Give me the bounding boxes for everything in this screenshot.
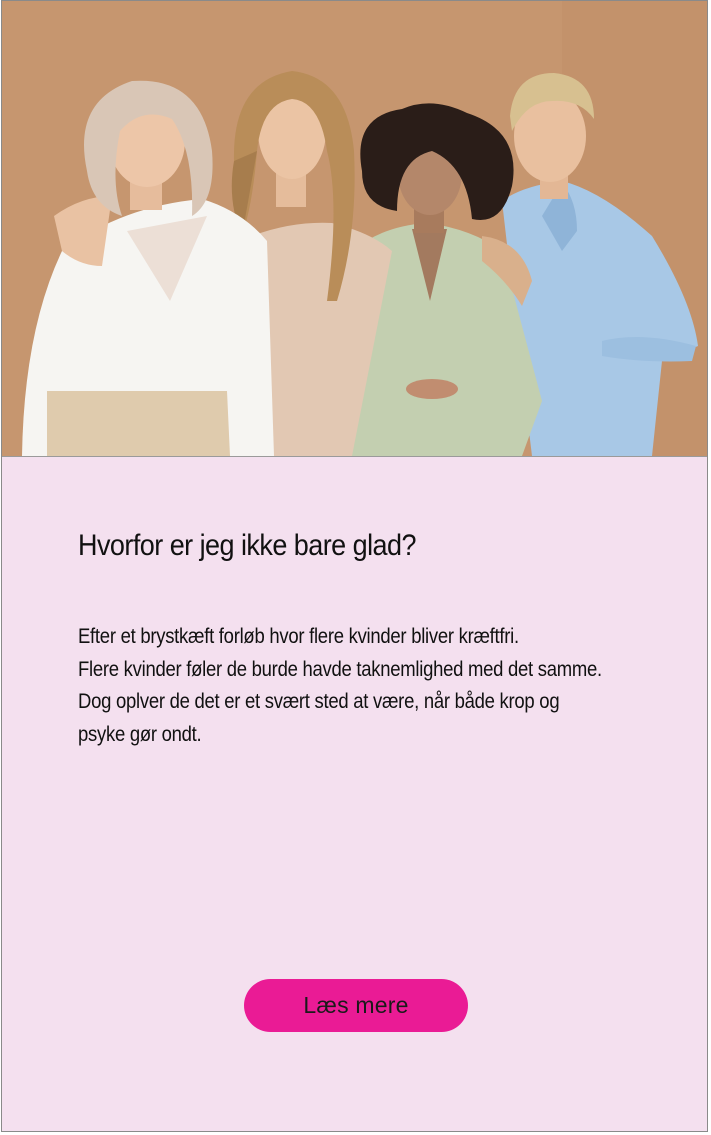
body-line: psyke gør ondt. bbox=[78, 722, 202, 746]
article-body: Efter et brystkæft forløb hvor flere kvi… bbox=[78, 621, 641, 751]
read-more-button[interactable]: Læs mere bbox=[244, 979, 468, 1032]
article-card: Hvorfor er jeg ikke bare glad? Efter et … bbox=[1, 0, 708, 1132]
body-line: Dog oplver de det er et svært sted at væ… bbox=[78, 690, 560, 713]
hero-photo bbox=[2, 1, 707, 457]
article-content: Hvorfor er jeg ikke bare glad? Efter et … bbox=[2, 457, 707, 1131]
body-line: Efter et brystkæft forløb hvor flere kvi… bbox=[78, 625, 519, 648]
body-line: Flere kvinder føler de burde havde takne… bbox=[78, 657, 602, 681]
article-title: Hvorfor er jeg ikke bare glad? bbox=[78, 529, 417, 562]
